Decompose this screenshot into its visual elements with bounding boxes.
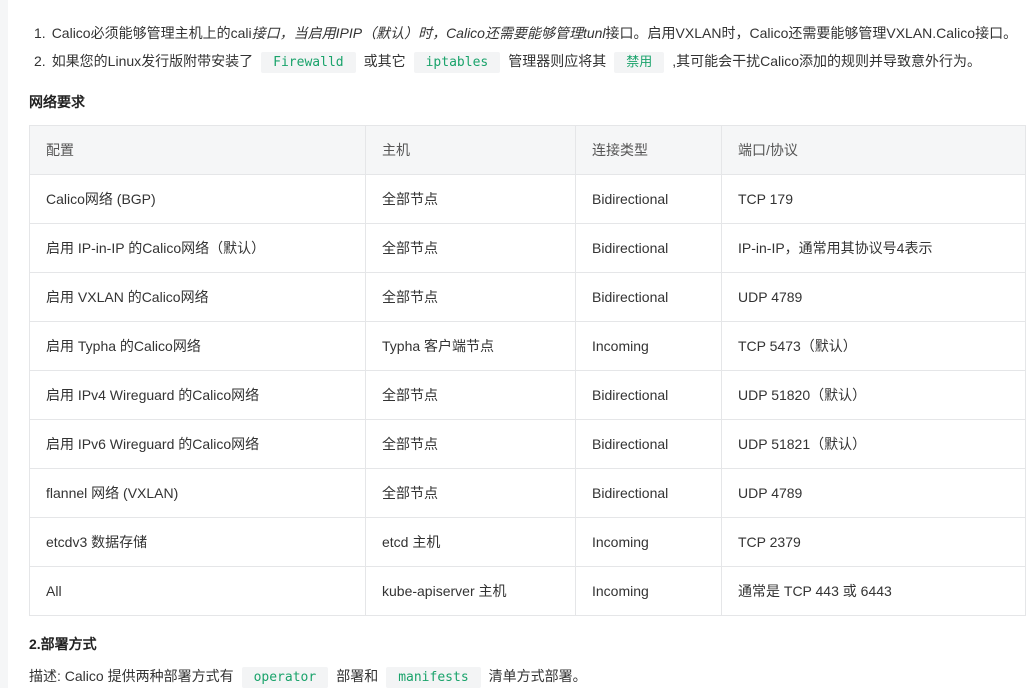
table-row: flannel 网络 (VXLAN) 全部节点 Bidirectional UDP 4… <box>29 468 1026 518</box>
table-cell: TCP 2379 <box>721 517 1026 567</box>
table-cell: Incoming <box>575 566 722 616</box>
table-row: etcdv3 数据存储 etcd 主机 Incoming TCP 2379 <box>29 517 1026 567</box>
table-cell: 全部节点 <box>365 223 576 273</box>
table-cell: Typha 客户端节点 <box>365 321 576 371</box>
table-cell: 通常是 TCP 443 或 6443 <box>721 566 1026 616</box>
table-cell: 全部节点 <box>365 468 576 518</box>
column-header-connection-type: 连接类型 <box>575 125 722 175</box>
table-row: Calico网络 (BGP) 全部节点 Bidirectional TCP 179 <box>29 174 1026 224</box>
table-row: 启用 IPv6 Wireguard 的Calico网络 全部节点 Bidirecti… <box>29 419 1026 469</box>
column-header-host: 主机 <box>365 125 576 175</box>
inline-code-operator: operator <box>241 667 329 688</box>
table-cell: Bidirectional <box>575 419 722 469</box>
table-cell: UDP 51820（默认） <box>721 370 1026 420</box>
note-text: 或其它 <box>363 53 406 69</box>
table-cell: 启用 VXLAN 的Calico网络 <box>29 272 366 322</box>
table-cell: 启用 IPv6 Wireguard 的Calico网络 <box>29 419 366 469</box>
inline-code-manifests: manifests <box>386 667 481 688</box>
table-cell: Bidirectional <box>575 223 722 273</box>
table-cell: Incoming <box>575 321 722 371</box>
inline-code-firewalld: Firewalld <box>261 52 356 73</box>
table-cell: Bidirectional <box>575 468 722 518</box>
table-cell: 启用 IP-in-IP 的Calico网络（默认） <box>29 223 366 273</box>
deploy-description: 描述: Calico 提供两种部署方式有 operator 部署和 manifests… <box>29 663 587 691</box>
table-cell: Bidirectional <box>575 174 722 224</box>
column-header-port-protocol: 端口/协议 <box>721 125 1026 175</box>
table-cell: 全部节点 <box>365 370 576 420</box>
desc-text: 清单方式部署。 <box>488 668 587 684</box>
table-cell: 启用 IPv4 Wireguard 的Calico网络 <box>29 370 366 420</box>
note-text: Calico必须能够管理主机上的cali <box>51 25 252 41</box>
note-item-2: 2. 如果您的Linux发行版附带安装了 Firewalld 或其它 iptables 管… <box>34 47 981 75</box>
inline-code-disable: 禁用 <box>614 52 665 73</box>
table-header-row: 配置 主机 连接类型 端口/协议 <box>29 125 1026 175</box>
left-rail <box>0 0 8 688</box>
desc-text: 描述: Calico 提供两种部署方式有 <box>29 668 234 684</box>
table-row: 启用 VXLAN 的Calico网络 全部节点 Bidirectional UDP 4… <box>29 272 1026 322</box>
desc-text: 部署和 <box>336 668 379 684</box>
note-text: 如果您的Linux发行版附带安装了 <box>51 53 254 69</box>
table-row: 启用 IPv4 Wireguard 的Calico网络 全部节点 Bidirecti… <box>29 370 1026 420</box>
inline-code-iptables: iptables <box>413 52 501 73</box>
table-cell: etcdv3 数据存储 <box>29 517 366 567</box>
table-cell: etcd 主机 <box>365 517 576 567</box>
table-row: 启用 Typha 的Calico网络 Typha 客户端节点 Incoming TCP… <box>29 321 1026 371</box>
note-text: ,其可能会干扰Calico添加的规则并导致意外行为。 <box>672 53 982 69</box>
table-cell: UDP 51821（默认） <box>721 419 1026 469</box>
note-number: 2. <box>34 53 46 69</box>
note-text: 管理器则应将其 <box>508 53 607 69</box>
table-cell: 全部节点 <box>365 174 576 224</box>
note-item-1: 1. Calico必须能够管理主机上的cali接口，当启用IPIP（默认）时，Ca… <box>34 19 1017 47</box>
table-cell: IP-in-IP，通常用其协议号4表示 <box>721 223 1026 273</box>
table-cell: 启用 Typha 的Calico网络 <box>29 321 366 371</box>
table-row: 启用 IP-in-IP 的Calico网络（默认） 全部节点 Bidirection… <box>29 223 1026 273</box>
table-cell: 全部节点 <box>365 272 576 322</box>
table-cell: TCP 179 <box>721 174 1026 224</box>
table-cell: UDP 4789 <box>721 468 1026 518</box>
note-number: 1. <box>34 25 46 41</box>
table-cell: kube-apiserver 主机 <box>365 566 576 616</box>
table-row: All kube-apiserver 主机 Incoming 通常是 TCP 443 … <box>29 566 1026 616</box>
table-cell: flannel 网络 (VXLAN) <box>29 468 366 518</box>
table-cell: TCP 5473（默认） <box>721 321 1026 371</box>
network-requirements-heading: 网络要求 <box>29 94 85 110</box>
table-cell: Calico网络 (BGP) <box>29 174 366 224</box>
deploy-method-heading: 2.部署方式 <box>29 636 97 652</box>
table-cell: Bidirectional <box>575 272 722 322</box>
note-text: 接口。启用VXLAN时，Calico还需要能够管理VXLAN.Calico接口。 <box>605 25 1018 41</box>
column-header-config: 配置 <box>29 125 366 175</box>
table-cell: All <box>29 566 366 616</box>
note-text-italic: 接口，当启用IPIP（默认）时，Calico还需要能够管理tunl <box>251 25 606 41</box>
table-cell: Incoming <box>575 517 722 567</box>
table-cell: 全部节点 <box>365 419 576 469</box>
table-cell: Bidirectional <box>575 370 722 420</box>
network-requirements-table: 配置 主机 连接类型 端口/协议 Calico网络 (BGP) 全部节点 Bidir… <box>29 125 1026 616</box>
table-cell: UDP 4789 <box>721 272 1026 322</box>
